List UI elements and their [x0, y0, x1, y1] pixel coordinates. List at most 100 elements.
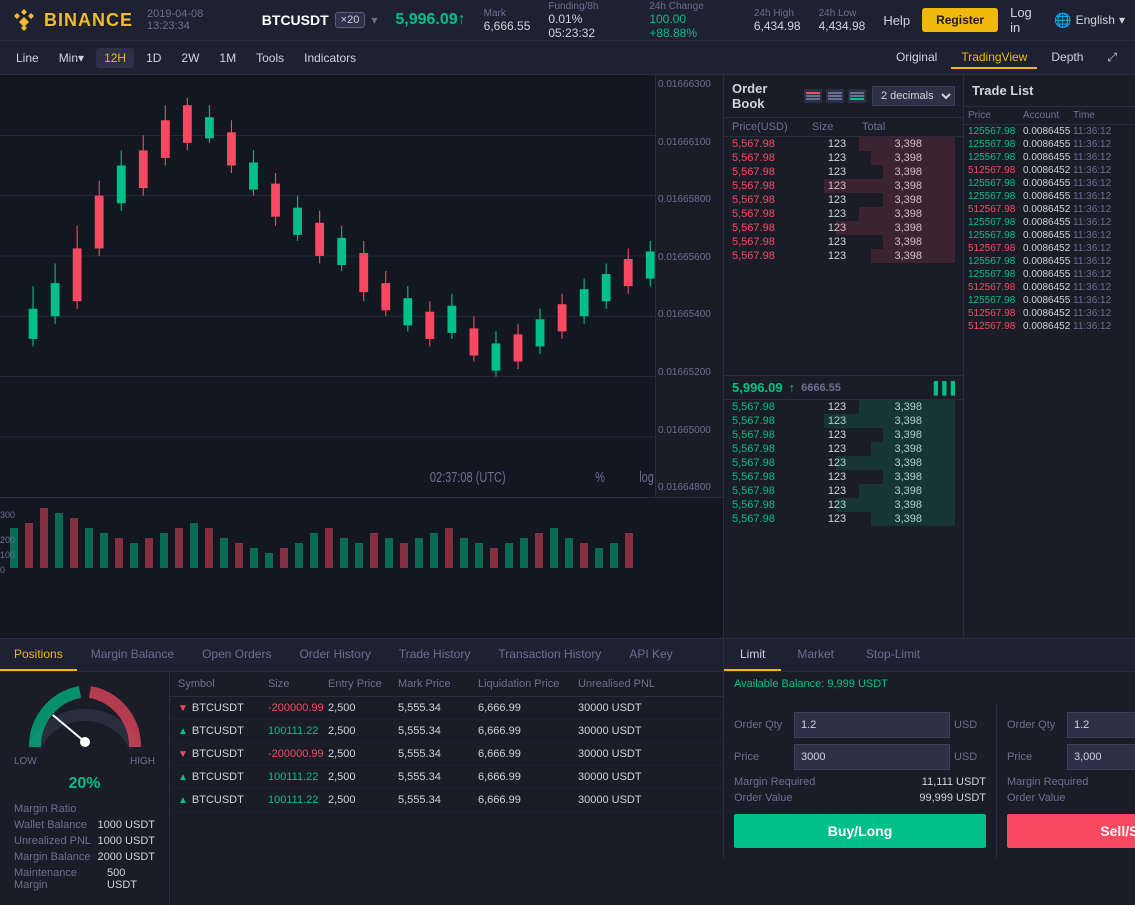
order-book-sell-row[interactable]: 5,567.981233,398 [724, 221, 963, 235]
mid-price-mark: 6666.55 [801, 382, 841, 394]
buy-qty-unit: USD [954, 719, 986, 731]
order-book-sell-row[interactable]: 5,567.981233,398 [724, 151, 963, 165]
tab-order-history[interactable]: Order History [285, 639, 384, 671]
order-book-buy-row[interactable]: 5,567.981233,398 [724, 484, 963, 498]
unrealized-pnl-stat: Unrealized PNL 1000 USDT [14, 835, 155, 847]
order-book-buy-row[interactable]: 5,567.981233,398 [724, 414, 963, 428]
order-book-sell-row[interactable]: 5,567.981233,398 [724, 165, 963, 179]
header: BINANCE 2019-04-08 13:23:34 BTCUSDT ×20 … [0, 0, 1135, 41]
maintenance-margin-stat: Maintenance Margin 500 USDT [14, 867, 155, 891]
order-book-buy-row[interactable]: 5,567.981233,398 [724, 498, 963, 512]
price-label: 0.01664800 [658, 482, 721, 493]
bottom-section: Positions Margin Balance Open Orders Ord… [0, 638, 1135, 858]
trade-list-row: 512567.980.008645211:36:12 [964, 164, 1135, 177]
login-button[interactable]: Log in [1010, 5, 1042, 35]
svg-text:100: 100 [0, 550, 15, 560]
order-book: Order Book 2 decimals 1 decimal 0 decima… [724, 75, 964, 638]
order-book-header: Order Book 2 decimals 1 decimal 0 decima… [724, 75, 963, 118]
2w-interval-btn[interactable]: 2W [173, 48, 207, 68]
depth-chart-btn[interactable]: Depth [1041, 47, 1093, 69]
order-book-sell-row[interactable]: 5,567.981233,398 [724, 249, 963, 263]
positions-table: Symbol Size Entry Price Mark Price Liqui… [170, 672, 723, 905]
order-book-buy-rows: 5,567.981233,3985,567.981233,3985,567.98… [724, 400, 963, 638]
order-book-sell-row[interactable]: 5,567.981233,398 [724, 137, 963, 151]
sell-only-view-btn[interactable] [804, 89, 822, 103]
tradingview-chart-btn[interactable]: TradingView [951, 47, 1037, 69]
svg-text:200: 200 [0, 535, 15, 545]
chart-type-buttons: Original TradingView Depth ⤢ [886, 47, 1127, 69]
original-chart-btn[interactable]: Original [886, 47, 947, 69]
buy-price-unit: USD [954, 751, 986, 763]
24h-change-stat: 24h Change 100.00 +88.88% [649, 1, 736, 40]
order-book-buy-row[interactable]: 5,567.981233,398 [724, 400, 963, 414]
decimals-select[interactable]: 2 decimals 1 decimal 0 decimals [872, 86, 955, 106]
table-row: ▼BTCUSDT-200000.992,5005,555.346,666.993… [170, 743, 723, 766]
leverage-badge[interactable]: ×20 [335, 12, 366, 28]
both-view-btn[interactable] [826, 89, 844, 103]
order-book-sell-row[interactable]: 5,567.981233,398 [724, 207, 963, 221]
tab-api-key[interactable]: API Key [615, 639, 686, 671]
order-book-buy-row[interactable]: 5,567.981233,398 [724, 428, 963, 442]
main-layout: 02:37:08 (UTC) % log auto 0.01666300 0.0… [0, 75, 1135, 638]
sell-qty-input[interactable] [1067, 712, 1135, 738]
stop-limit-tab[interactable]: Stop-Limit [850, 639, 936, 671]
buy-price-input[interactable] [794, 744, 950, 770]
logo[interactable]: BINANCE [10, 6, 133, 34]
bar-chart-icon: ▐▐▐ [929, 381, 955, 395]
chart-canvas[interactable]: 02:37:08 (UTC) % log auto 0.01666300 0.0… [0, 75, 723, 497]
positions-rows: ▼BTCUSDT-200000.992,5005,555.346,666.993… [170, 697, 723, 812]
tab-trade-history[interactable]: Trade History [385, 639, 485, 671]
order-book-sell-row[interactable]: 5,567.981233,398 [724, 179, 963, 193]
trade-list-header: Trade List [964, 75, 1135, 107]
buy-only-view-btn[interactable] [848, 89, 866, 103]
margin-ratio-gauge [25, 682, 145, 752]
tab-open-orders[interactable]: Open Orders [188, 639, 285, 671]
help-button[interactable]: Help [883, 13, 910, 28]
buy-long-button[interactable]: Buy/Long [734, 814, 986, 848]
order-book-buy-row[interactable]: 5,567.981233,398 [724, 456, 963, 470]
language-selector[interactable]: 🌐 English ▾ [1054, 12, 1125, 29]
price-label: 0.01665200 [658, 367, 721, 378]
tab-transaction-history[interactable]: Transaction History [484, 639, 615, 671]
pair-dropdown-arrow[interactable]: ▾ [371, 13, 377, 27]
bottom-tabs: Positions Margin Balance Open Orders Ord… [0, 639, 723, 672]
buy-qty-label: Order Qty [734, 719, 794, 731]
market-tab[interactable]: Market [781, 639, 850, 671]
expand-chart-btn[interactable]: ⤢ [1097, 47, 1127, 69]
order-book-buy-row[interactable]: 5,567.981233,398 [724, 442, 963, 456]
min-interval-btn[interactable]: Min▾ [51, 48, 92, 68]
12h-interval-btn[interactable]: 12H [96, 48, 134, 68]
trade-list-row: 125567.980.008645511:36:12 [964, 177, 1135, 190]
table-row: ▲BTCUSDT100111.222,5005,555.346,666.9930… [170, 789, 723, 812]
tab-positions[interactable]: Positions [0, 639, 77, 671]
1d-interval-btn[interactable]: 1D [138, 48, 169, 68]
trade-list: Trade List Price Account Time 125567.980… [964, 75, 1135, 638]
trade-price-header: Price [968, 110, 1023, 121]
order-book-sell-row[interactable]: 5,567.981233,398 [724, 235, 963, 249]
register-button[interactable]: Register [922, 8, 998, 32]
buy-order-value-value: 99,999 USDT [919, 792, 986, 804]
available-balance: Available Balance: 9,999 USDT [724, 672, 1135, 696]
ob-price-header: Price(USD) [732, 121, 812, 133]
sell-price-input[interactable] [1067, 744, 1135, 770]
pair-name[interactable]: BTCUSDT [262, 12, 329, 28]
sell-form: Order Qty USD Price USD Margin Required … [997, 704, 1135, 858]
current-price: 5,996.09↑ [395, 11, 465, 29]
line-chart-btn[interactable]: Line [8, 48, 47, 68]
buy-qty-input[interactable] [794, 712, 950, 738]
order-book-sell-row[interactable]: 5,567.981233,398 [724, 193, 963, 207]
indicators-btn[interactable]: Indicators [296, 48, 364, 68]
trade-list-row: 125567.980.008645511:36:12 [964, 125, 1135, 138]
order-book-title: Order Book [732, 81, 798, 111]
tools-btn[interactable]: Tools [248, 48, 292, 68]
gauge-high-label: HIGH [130, 756, 155, 767]
svg-text:log: log [639, 468, 654, 485]
tab-margin-balance[interactable]: Margin Balance [77, 639, 188, 671]
trade-list-row: 125567.980.008645511:36:12 [964, 151, 1135, 164]
order-book-buy-row[interactable]: 5,567.981233,398 [724, 512, 963, 526]
sell-short-button[interactable]: Sell/Short [1007, 814, 1135, 848]
1m-interval-btn[interactable]: 1M [211, 48, 244, 68]
limit-tab[interactable]: Limit [724, 639, 781, 671]
gauge-labels: LOW HIGH [14, 756, 155, 767]
order-book-buy-row[interactable]: 5,567.981233,398 [724, 470, 963, 484]
